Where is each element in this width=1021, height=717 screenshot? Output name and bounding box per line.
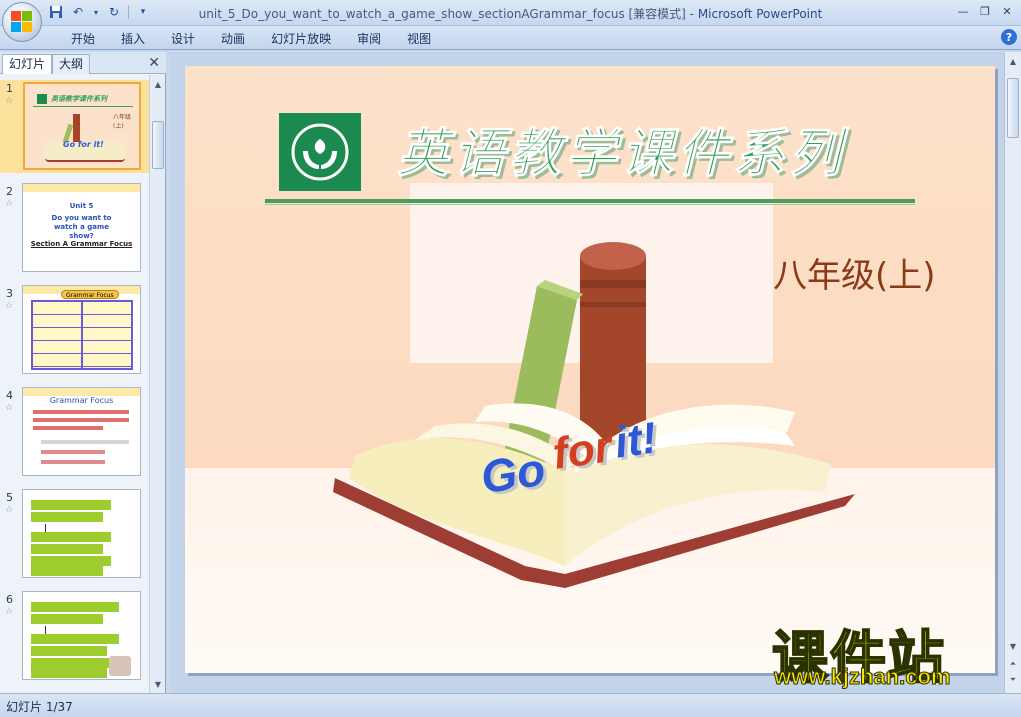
- transition-star-icon: ☆: [5, 96, 14, 106]
- office-logo-icon: [11, 11, 33, 33]
- tab-slides[interactable]: 幻灯片: [2, 54, 53, 74]
- transition-star-icon: ☆: [5, 607, 14, 617]
- help-icon[interactable]: ?: [1001, 29, 1017, 45]
- tab-design[interactable]: 设计: [158, 30, 208, 48]
- thumb-gofor: Go for it!: [63, 140, 104, 149]
- window-controls: — ❐ ✕: [953, 3, 1017, 19]
- slide-number: 6: [6, 593, 13, 606]
- slide-number: 2: [6, 185, 13, 198]
- scroll-up-icon[interactable]: ▲: [1006, 54, 1020, 68]
- thumb-section: Section A Grammar Focus: [30, 240, 133, 248]
- slides-pane: 幻灯片 大纲 ✕ 1 ☆ 英语教学课件系列 八年级(上) Go for it! …: [0, 52, 166, 693]
- transition-star-icon: ☆: [5, 403, 14, 413]
- gofor-go: Go: [477, 442, 549, 504]
- pane-tabs: 幻灯片 大纲 ✕: [0, 52, 166, 74]
- slide-number: 1: [6, 82, 13, 95]
- slide-title: 英语教学课件系列: [396, 123, 846, 185]
- slide-editing-area: 英语教学课件系列 八年级(上) Go for it!: [170, 52, 1004, 693]
- scroll-up-icon[interactable]: ▲: [151, 77, 165, 91]
- watermark-url: www.kjzhan.com: [773, 664, 951, 690]
- tab-outline[interactable]: 大纲: [52, 54, 91, 74]
- slide-thumbnail-5[interactable]: 5 ☆: [0, 489, 150, 582]
- transition-star-icon: ☆: [5, 505, 14, 515]
- slide-thumbnail-6[interactable]: 6 ☆: [0, 591, 150, 684]
- scroll-down-icon[interactable]: ▼: [1006, 639, 1020, 653]
- maximize-icon[interactable]: ❐: [975, 3, 995, 19]
- ribbon-tab-bar: 开始 插入 设计 动画 幻灯片放映 审阅 视图 ?: [0, 26, 1021, 50]
- thumbnail-list: 1 ☆ 英语教学课件系列 八年级(上) Go for it! 2 ☆ Unit …: [0, 75, 150, 693]
- thumb-grade: 八年级(上): [113, 114, 132, 130]
- tab-view[interactable]: 视图: [394, 30, 444, 48]
- scroll-thumb[interactable]: [152, 121, 164, 169]
- slide-scroll-thumb[interactable]: [1007, 78, 1019, 138]
- minimize-icon[interactable]: —: [953, 3, 973, 19]
- thumbnail-scrollbar[interactable]: ▲ ▼: [149, 75, 165, 693]
- scroll-down-icon[interactable]: ▼: [151, 677, 165, 691]
- transition-star-icon: ☆: [5, 199, 14, 209]
- slide-thumbnail-3[interactable]: 3 ☆ Grammar Focus: [0, 285, 150, 378]
- window-title: unit_5_Do_you_want_to_watch_a_game_show_…: [0, 5, 1021, 22]
- slide-thumbnail-1[interactable]: 1 ☆ 英语教学课件系列 八年级(上) Go for it!: [0, 80, 150, 173]
- app-name: Microsoft PowerPoint: [697, 7, 823, 21]
- title-rule: [265, 199, 915, 203]
- office-button[interactable]: [2, 2, 42, 42]
- status-bar: 幻灯片 1/37: [0, 693, 1021, 717]
- green-logo-icon: [279, 113, 361, 191]
- title-rule-thin: [265, 204, 915, 205]
- close-pane-icon[interactable]: ✕: [148, 55, 160, 71]
- document-title: unit_5_Do_you_want_to_watch_a_game_show_…: [198, 7, 698, 21]
- slide-number: 4: [6, 389, 13, 402]
- tab-home[interactable]: 开始: [58, 30, 108, 48]
- slide-thumbnail-4[interactable]: 4 ☆ Grammar Focus: [0, 387, 150, 480]
- slide-number: 3: [6, 287, 13, 300]
- thumb-question: Do you want to watch a game show?: [51, 214, 112, 240]
- slide-indicator: 幻灯片 1/37: [6, 700, 73, 714]
- slide-scrollbar[interactable]: ▲ ▼ ⏶ ⏷: [1004, 52, 1021, 693]
- transition-star-icon: ☆: [5, 301, 14, 311]
- tab-animations[interactable]: 动画: [208, 30, 258, 48]
- tab-slideshow[interactable]: 幻灯片放映: [258, 30, 344, 48]
- thumb-unit: Unit 5: [69, 202, 94, 210]
- tab-review[interactable]: 审阅: [344, 30, 394, 48]
- thumb-title: Grammar Focus: [49, 396, 114, 405]
- thumb-title: 英语教学课件系列: [51, 95, 107, 103]
- close-icon[interactable]: ✕: [997, 3, 1017, 19]
- gofor-it: it!: [611, 413, 660, 468]
- slide-number: 5: [6, 491, 13, 504]
- gofor-for: for: [549, 422, 615, 479]
- thumb-header: Grammar Focus: [61, 290, 119, 299]
- previous-slide-icon[interactable]: ⏶: [1006, 657, 1020, 671]
- slide-thumbnail-2[interactable]: 2 ☆ Unit 5 Do you want to watch a game s…: [0, 183, 150, 276]
- title-bar: ↶ ▾ ↻ ▾ unit_5_Do_you_want_to_watch_a_ga…: [0, 0, 1021, 26]
- current-slide[interactable]: 英语教学课件系列 八年级(上) Go for it!: [185, 66, 995, 673]
- tab-insert[interactable]: 插入: [108, 30, 158, 48]
- next-slide-icon[interactable]: ⏷: [1006, 673, 1020, 687]
